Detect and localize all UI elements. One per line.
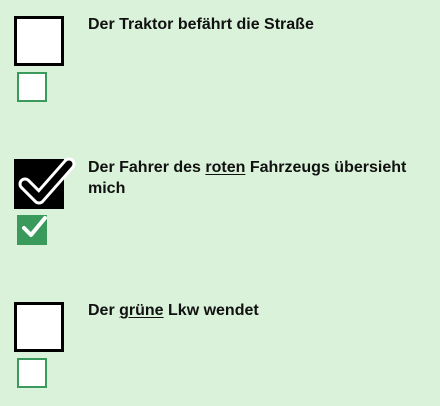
answer-checkbox-2[interactable]: [14, 157, 76, 209]
solution-checkbox-3[interactable]: [17, 358, 47, 388]
answer-label-2: Der Fahrer des roten Fahrzeugs übersieht…: [88, 157, 428, 199]
checkmark-icon: [22, 216, 47, 237]
answer-option-1: Der Traktor befährt die Straße: [0, 0, 440, 120]
solution-checkbox-2[interactable]: [17, 215, 47, 245]
answer-text-3-before: Der: [88, 302, 120, 319]
answer-label-1: Der Traktor befährt die Straße: [88, 14, 428, 35]
answer-text-3-emphasis: grüne: [119, 302, 164, 319]
answer-text-3-after: Lkw wendet: [163, 302, 259, 319]
answer-text-2-before: Der Fahrer des: [88, 159, 206, 176]
answer-text-2-emphasis: roten: [205, 159, 246, 176]
checkmark-icon: [18, 157, 76, 205]
answer-checkbox-3[interactable]: [14, 302, 64, 352]
answer-label-3: Der grüne Lkw wendet: [88, 300, 428, 321]
answer-checkbox-1[interactable]: [14, 16, 64, 66]
answer-option-2: Der Fahrer des roten Fahrzeugs übersieht…: [0, 143, 440, 263]
answer-option-3: Der grüne Lkw wendet: [0, 286, 440, 406]
answer-text-1: Der Traktor befährt die Straße: [88, 16, 314, 33]
solution-checkbox-1[interactable]: [17, 72, 47, 102]
